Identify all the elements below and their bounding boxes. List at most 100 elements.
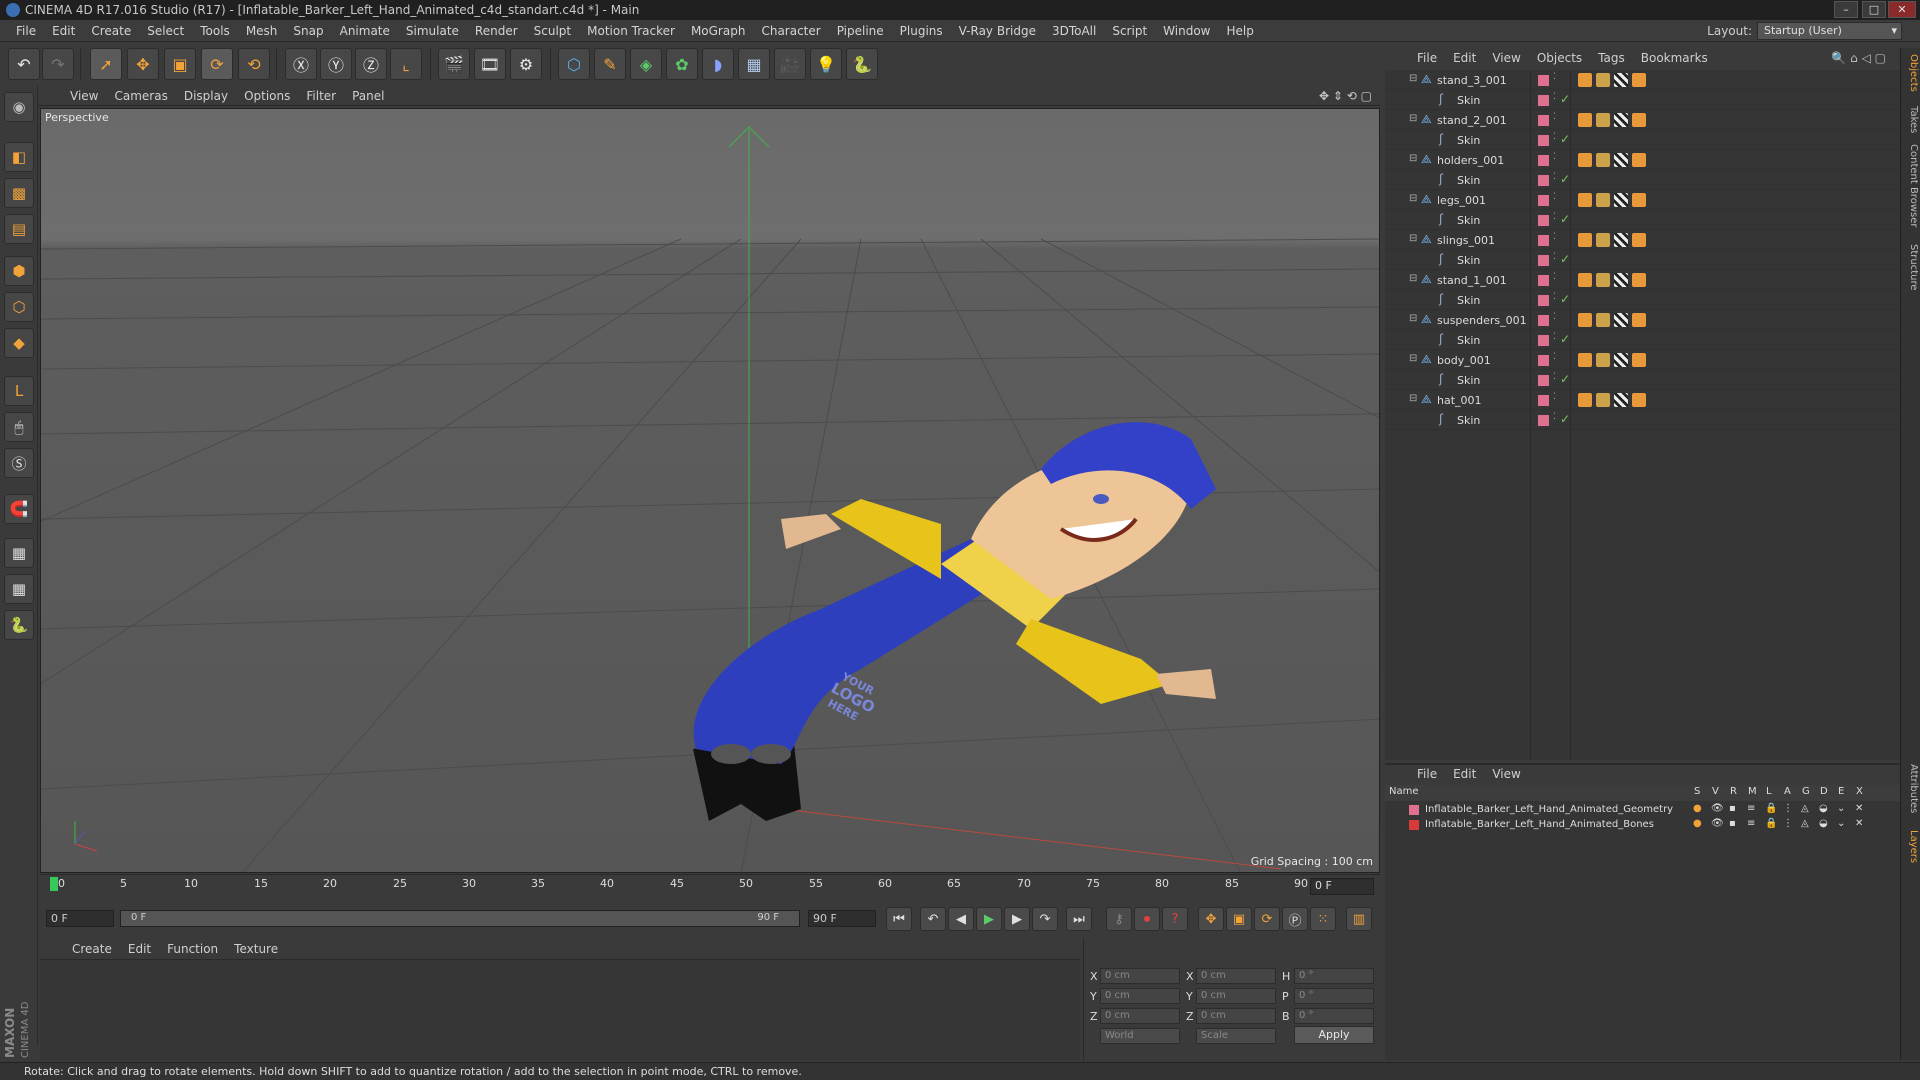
layer-col-x[interactable]: X xyxy=(1856,786,1863,797)
material-tag-icon[interactable] xyxy=(1578,153,1592,167)
layer-color-swatch[interactable] xyxy=(1538,75,1549,86)
solo-button[interactable]: Ⓢ xyxy=(4,448,34,478)
render-picture-viewer-button[interactable]: 🎞 xyxy=(474,48,506,80)
skin-name[interactable]: Skin xyxy=(1457,94,1480,107)
object-name[interactable]: stand_2_001 xyxy=(1437,114,1507,127)
viewport-menu-view[interactable]: View xyxy=(62,89,106,103)
undo-button[interactable]: ↶ xyxy=(8,48,40,80)
previous-key-button[interactable]: ↶ xyxy=(920,907,946,931)
add-deformer-button[interactable]: ◗ xyxy=(702,48,734,80)
texture-tag-icon[interactable] xyxy=(1596,113,1610,127)
object-row[interactable]: ⊟ ⟁ legs_001 ⁚ xyxy=(1385,190,1900,210)
visibility-dots-icon[interactable]: ⁚ xyxy=(1553,352,1556,362)
layer-color-swatch[interactable] xyxy=(1538,115,1549,126)
visibility-dots-icon[interactable]: ⁚ xyxy=(1553,312,1556,322)
generators-toggle-icon[interactable]: ◬ xyxy=(1801,803,1809,814)
layer-row[interactable]: Inflatable_Barker_Left_Hand_Animated_Bon… xyxy=(1385,818,1900,833)
menu-edit[interactable]: Edit xyxy=(44,24,83,38)
checker-tag-icon[interactable] xyxy=(1614,193,1628,207)
menu-motion-tracker[interactable]: Motion Tracker xyxy=(579,24,683,38)
weight-tag-icon[interactable] xyxy=(1632,393,1646,407)
points-mode-button[interactable]: ⬢ xyxy=(4,256,34,286)
layer-color-swatch[interactable] xyxy=(1538,155,1549,166)
texture-tag-icon[interactable] xyxy=(1596,353,1610,367)
layer-name[interactable]: Inflatable_Barker_Left_Hand_Animated_Bon… xyxy=(1425,819,1654,830)
visibility-dots-icon[interactable]: ⁚ xyxy=(1553,272,1556,282)
animation-toggle-icon[interactable]: ⋮ xyxy=(1783,803,1793,814)
object-row[interactable]: ⊟ ⟁ suspenders_001 ⁚ xyxy=(1385,310,1900,330)
xref-toggle-icon[interactable]: ✕ xyxy=(1855,803,1863,814)
visibility-dots-icon[interactable]: ⁚ xyxy=(1553,132,1556,142)
enabled-check-icon[interactable]: ✓ xyxy=(1560,172,1570,186)
layer-col-s[interactable]: S xyxy=(1694,786,1700,797)
layer-color-swatch[interactable] xyxy=(1538,335,1549,346)
checker-tag-icon[interactable] xyxy=(1614,353,1628,367)
enabled-check-icon[interactable]: ✓ xyxy=(1560,292,1570,306)
record-pla-button[interactable]: ⁙ xyxy=(1310,907,1336,931)
solo-toggle-icon[interactable]: ● xyxy=(1693,818,1702,829)
texture-tag-icon[interactable] xyxy=(1596,393,1610,407)
next-key-button[interactable]: ↷ xyxy=(1032,907,1058,931)
enabled-check-icon[interactable]: ✓ xyxy=(1560,412,1570,426)
menu-plugins[interactable]: Plugins xyxy=(892,24,951,38)
collapse-toggle-icon[interactable]: ⊟ xyxy=(1409,353,1417,364)
checker-tag-icon[interactable] xyxy=(1614,73,1628,87)
solo-toggle-icon[interactable]: ● xyxy=(1693,803,1702,814)
skin-name[interactable]: Skin xyxy=(1457,414,1480,427)
eye-icon[interactable]: 👁 xyxy=(1711,803,1724,814)
layer-col-v[interactable]: V xyxy=(1712,786,1719,797)
playhead-marker[interactable] xyxy=(50,877,58,891)
layer-col-d[interactable]: D xyxy=(1820,786,1828,797)
object-row[interactable]: ⊟ ⟁ hat_001 ⁚ xyxy=(1385,390,1900,410)
checker-tag-icon[interactable] xyxy=(1614,233,1628,247)
material-tag-icon[interactable] xyxy=(1578,113,1592,127)
live-selection-button[interactable]: ➚ xyxy=(90,48,122,80)
layer-col-a[interactable]: A xyxy=(1784,786,1791,797)
layer-color-swatch[interactable] xyxy=(1538,395,1549,406)
layer-color-swatch[interactable] xyxy=(1538,375,1549,386)
checker-tag-icon[interactable] xyxy=(1614,313,1628,327)
layer-color-swatch[interactable] xyxy=(1409,805,1419,815)
checker-tag-icon[interactable] xyxy=(1614,113,1628,127)
render-settings-button[interactable]: ⚙ xyxy=(510,48,542,80)
collapse-toggle-icon[interactable]: ⊟ xyxy=(1409,193,1417,204)
menu-help[interactable]: Help xyxy=(1218,24,1261,38)
weight-tag-icon[interactable] xyxy=(1632,233,1646,247)
x-axis-lock-button[interactable]: Ⓧ xyxy=(285,48,317,80)
menu-select[interactable]: Select xyxy=(139,24,192,38)
size-x-field[interactable]: 0 cm xyxy=(1196,968,1276,984)
grid-lock-button[interactable]: ▦ xyxy=(4,538,34,568)
maximize-button[interactable]: □ xyxy=(1862,1,1886,18)
visibility-dots-icon[interactable]: ⁚ xyxy=(1553,232,1556,242)
object-name[interactable]: stand_3_001 xyxy=(1437,74,1507,87)
layer-color-swatch[interactable] xyxy=(1538,215,1549,226)
skin-name[interactable]: Skin xyxy=(1457,254,1480,267)
collapse-toggle-icon[interactable]: ⊟ xyxy=(1409,273,1417,284)
position-y-field[interactable]: 0 cm xyxy=(1100,988,1180,1004)
texture-tag-icon[interactable] xyxy=(1596,73,1610,87)
rotation-h-field[interactable]: 0 ° xyxy=(1294,968,1374,984)
next-frame-button[interactable]: ▶ xyxy=(1004,907,1030,931)
rotation-b-field[interactable]: 0 ° xyxy=(1294,1008,1374,1024)
tab-attributes[interactable]: Attributes xyxy=(1903,764,1919,813)
start-frame-field[interactable]: 0 F xyxy=(46,910,114,927)
layer-color-swatch[interactable] xyxy=(1538,415,1549,426)
layer-col-g[interactable]: G xyxy=(1802,786,1810,797)
enabled-check-icon[interactable]: ✓ xyxy=(1560,252,1570,266)
visibility-dots-icon[interactable]: ⁚ xyxy=(1553,92,1556,102)
end-frame-field[interactable]: 90 F xyxy=(808,910,876,927)
weight-tag-icon[interactable] xyxy=(1632,113,1646,127)
coordinate-system-button[interactable]: ⌞ xyxy=(390,48,422,80)
render-toggle-icon[interactable]: ▪ xyxy=(1729,803,1736,814)
play-button[interactable]: ▶ xyxy=(976,907,1002,931)
skin-row[interactable]: ʃ Skin ⁚ ✓ xyxy=(1385,290,1900,310)
tab-objects[interactable]: Objects xyxy=(1903,54,1919,92)
skin-row[interactable]: ʃ Skin ⁚ ✓ xyxy=(1385,410,1900,430)
tab-structure[interactable]: Structure xyxy=(1903,244,1919,291)
expressions-toggle-icon[interactable]: ⌄ xyxy=(1837,803,1845,814)
perspective-viewport[interactable]: YOUR LOGO HERE Perspective Grid Spacing … xyxy=(40,108,1380,873)
model-mode-button[interactable]: ◧ xyxy=(4,142,34,172)
add-camera-button[interactable]: 🎥 xyxy=(774,48,806,80)
tab-content-browser[interactable]: Content Browser xyxy=(1903,144,1919,227)
weight-tag-icon[interactable] xyxy=(1632,193,1646,207)
